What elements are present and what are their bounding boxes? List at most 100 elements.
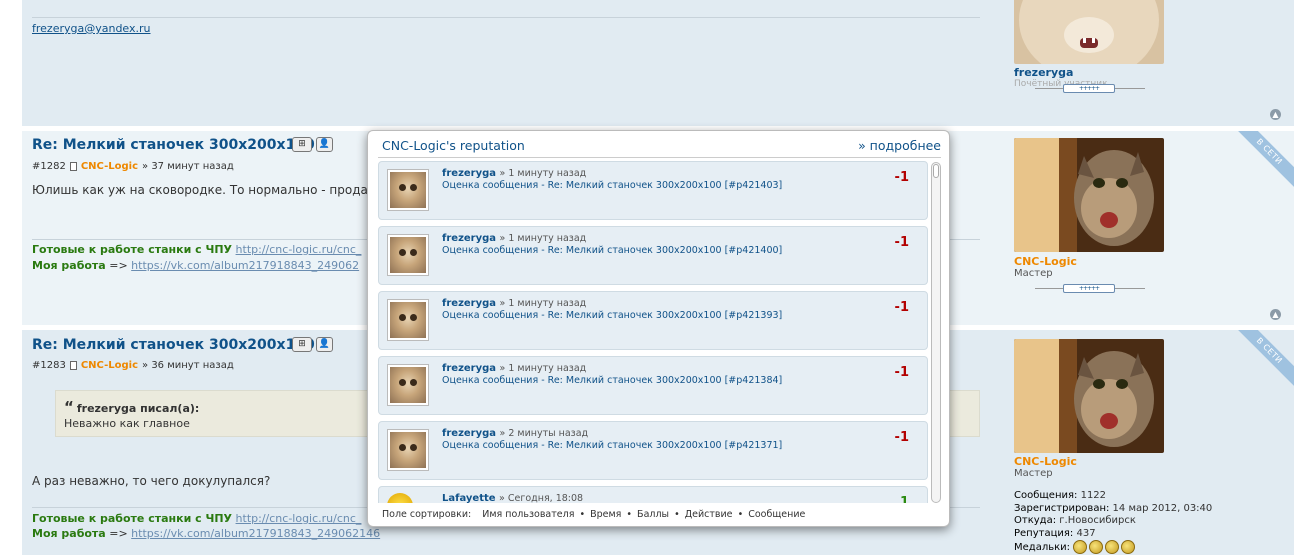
rep-points: -1 (894, 365, 909, 380)
post-time: » 37 минут назад (142, 161, 234, 172)
signature-line-1: Готовые к работе станки с ЧПУ http://cnc… (32, 243, 361, 256)
post-number[interactable]: #1283 (32, 360, 66, 371)
signature-link[interactable]: https://vk.com/album217918843_249062146 (131, 527, 380, 540)
profile-stats: Сообщения: 1122 Зарегистрирован: 14 мар … (1014, 490, 1213, 554)
rep-points: -1 (894, 430, 909, 445)
rep-username[interactable]: frezeryga (442, 168, 496, 179)
profile-rank: Мастер (1014, 468, 1053, 479)
user-icon[interactable]: 👤 (316, 137, 333, 152)
reputation-popup: CNC-Logic's reputation » подробнее freze… (367, 130, 950, 527)
popup-title: CNC-Logic's reputation (382, 138, 525, 153)
medal-icon[interactable] (1121, 540, 1136, 554)
signature-line-2: Моя работа => https://vk.com/album217918… (32, 259, 359, 272)
avatar (1014, 0, 1164, 64)
rep-username[interactable]: frezeryga (442, 298, 496, 309)
sort-by-time[interactable]: Время (590, 509, 621, 520)
rep-description[interactable]: Оценка сообщения - Re: Мелкий станочек 3… (442, 375, 782, 386)
user-avatar[interactable] (387, 169, 429, 211)
link-icon[interactable]: ⊞ (292, 337, 312, 352)
sort-by-username[interactable]: Имя пользователя (482, 509, 574, 520)
popup-scrollbar[interactable] (931, 162, 941, 503)
medals (1073, 540, 1136, 554)
popup-more-link[interactable]: » подробнее (858, 138, 941, 153)
signature-arrow: => (109, 527, 128, 540)
signature-email-link[interactable]: frezeryga@yandex.ru (32, 22, 151, 35)
user-avatar[interactable] (387, 493, 413, 503)
reputation-bar[interactable]: +++++ (1035, 84, 1145, 94)
profile-username[interactable]: frezeryga (1014, 66, 1073, 79)
signature-line-1: Готовые к работе станки с ЧПУ http://cnc… (32, 512, 361, 525)
post-title[interactable]: Re: Мелкий станочек 300x200x100 (32, 137, 315, 153)
signature-label: Моя работа (32, 527, 106, 540)
rep-description[interactable]: Оценка сообщения - Re: Мелкий станочек 3… (442, 310, 782, 321)
post-frezeryga: frezeryga@yandex.ru frezeryga Почётный у… (22, 0, 1294, 126)
reputation-item: frezeryga » 1 минуту назад Оценка сообще… (378, 356, 928, 415)
user-avatar[interactable] (387, 299, 429, 341)
post-title-icons: ⊞ 👤 (292, 137, 333, 152)
post-body: Юлишь как уж на сковородке. То нормально… (32, 183, 397, 197)
reputation-item: frezeryga » 1 минуту назад Оценка сообще… (378, 226, 928, 285)
user-avatar[interactable] (387, 364, 429, 406)
post-doc-icon[interactable] (69, 361, 77, 370)
rep-description[interactable]: Оценка сообщения - Re: Мелкий станочек 3… (442, 440, 782, 451)
rep-username[interactable]: frezeryga (442, 363, 496, 374)
back-to-top-button[interactable]: ▲ (1270, 109, 1281, 120)
quote-text: Неважно как главное (64, 417, 190, 430)
profile-rank: Мастер (1014, 268, 1053, 279)
avatar (1014, 138, 1164, 252)
signature-link[interactable]: http://cnc-logic.ru/cnc_ (236, 243, 362, 256)
avatar (1014, 339, 1164, 453)
signature-label: Готовые к работе станки с ЧПУ (32, 512, 233, 525)
post-author[interactable]: CNC-Logic (81, 360, 138, 371)
rep-points: -1 (894, 170, 909, 185)
signature-link[interactable]: https://vk.com/album217918843_249062 (131, 259, 359, 272)
rep-username[interactable]: frezeryga (442, 233, 496, 244)
sort-bar: Поле сортировки: Имя пользователя • Врем… (382, 509, 806, 520)
online-ribbon: В СЕТИ (1234, 131, 1294, 191)
quote-icon: “ (64, 398, 74, 416)
back-to-top-button[interactable]: ▲ (1270, 309, 1281, 320)
rep-description[interactable]: Оценка сообщения - Re: Мелкий станочек 3… (442, 245, 782, 256)
rep-points: 1 (899, 495, 909, 503)
profile-username[interactable]: CNC-Logic (1014, 455, 1077, 468)
user-avatar[interactable] (387, 234, 429, 276)
popup-divider (378, 157, 941, 158)
post-title-icons: ⊞ 👤 (292, 337, 333, 352)
signature-label: Моя работа (32, 259, 106, 272)
signature-label: Готовые к работе станки с ЧПУ (32, 243, 233, 256)
medal-icon[interactable] (1105, 540, 1120, 554)
sort-by-action[interactable]: Действие (685, 509, 733, 520)
signature-link[interactable]: http://cnc-logic.ru/cnc_ (236, 512, 362, 525)
reputation-item: frezeryga » 2 минуты назад Оценка сообще… (378, 421, 928, 480)
post-title[interactable]: Re: Мелкий станочек 300x200x100 (32, 337, 315, 353)
post-number[interactable]: #1282 (32, 161, 66, 172)
scrollbar-thumb[interactable] (933, 164, 939, 178)
post-divider (32, 17, 980, 18)
rep-description[interactable]: Оценка сообщения - Re: Мелкий станочек 3… (442, 180, 782, 191)
rep-username[interactable]: frezeryga (442, 428, 496, 439)
medal-icon[interactable] (1089, 540, 1104, 554)
profile-username[interactable]: CNC-Logic (1014, 255, 1077, 268)
post-time: » 36 минут назад (142, 360, 234, 371)
medal-icon[interactable] (1073, 540, 1088, 554)
signature-line-2: Моя работа => https://vk.com/album217918… (32, 527, 380, 540)
post-author[interactable]: CNC-Logic (81, 161, 138, 172)
sort-by-message[interactable]: Сообщение (748, 509, 805, 520)
sort-by-points[interactable]: Баллы (637, 509, 669, 520)
rep-username[interactable]: Lafayette (442, 493, 496, 503)
reputation-item: frezeryga » 1 минуту назад Оценка сообще… (378, 291, 928, 350)
reputation-link[interactable]: 437 (1076, 528, 1095, 539)
rep-points: -1 (894, 300, 909, 315)
online-ribbon: В СЕТИ (1234, 330, 1294, 390)
reputation-item: Lafayette » Сегодня, 18:08 1 (378, 486, 928, 503)
post-doc-icon[interactable] (69, 162, 77, 171)
quote-author: “frezeryga писал(а): (64, 398, 200, 416)
user-avatar[interactable] (387, 429, 429, 471)
reputation-item: frezeryga » 1 минуту назад Оценка сообще… (378, 161, 928, 220)
posts-count-link[interactable]: 1122 (1081, 490, 1106, 501)
link-icon[interactable]: ⊞ (292, 137, 312, 152)
rep-points: -1 (894, 235, 909, 250)
user-icon[interactable]: 👤 (316, 337, 333, 352)
reputation-bar[interactable]: +++++ (1035, 284, 1145, 294)
signature-arrow: => (109, 259, 128, 272)
